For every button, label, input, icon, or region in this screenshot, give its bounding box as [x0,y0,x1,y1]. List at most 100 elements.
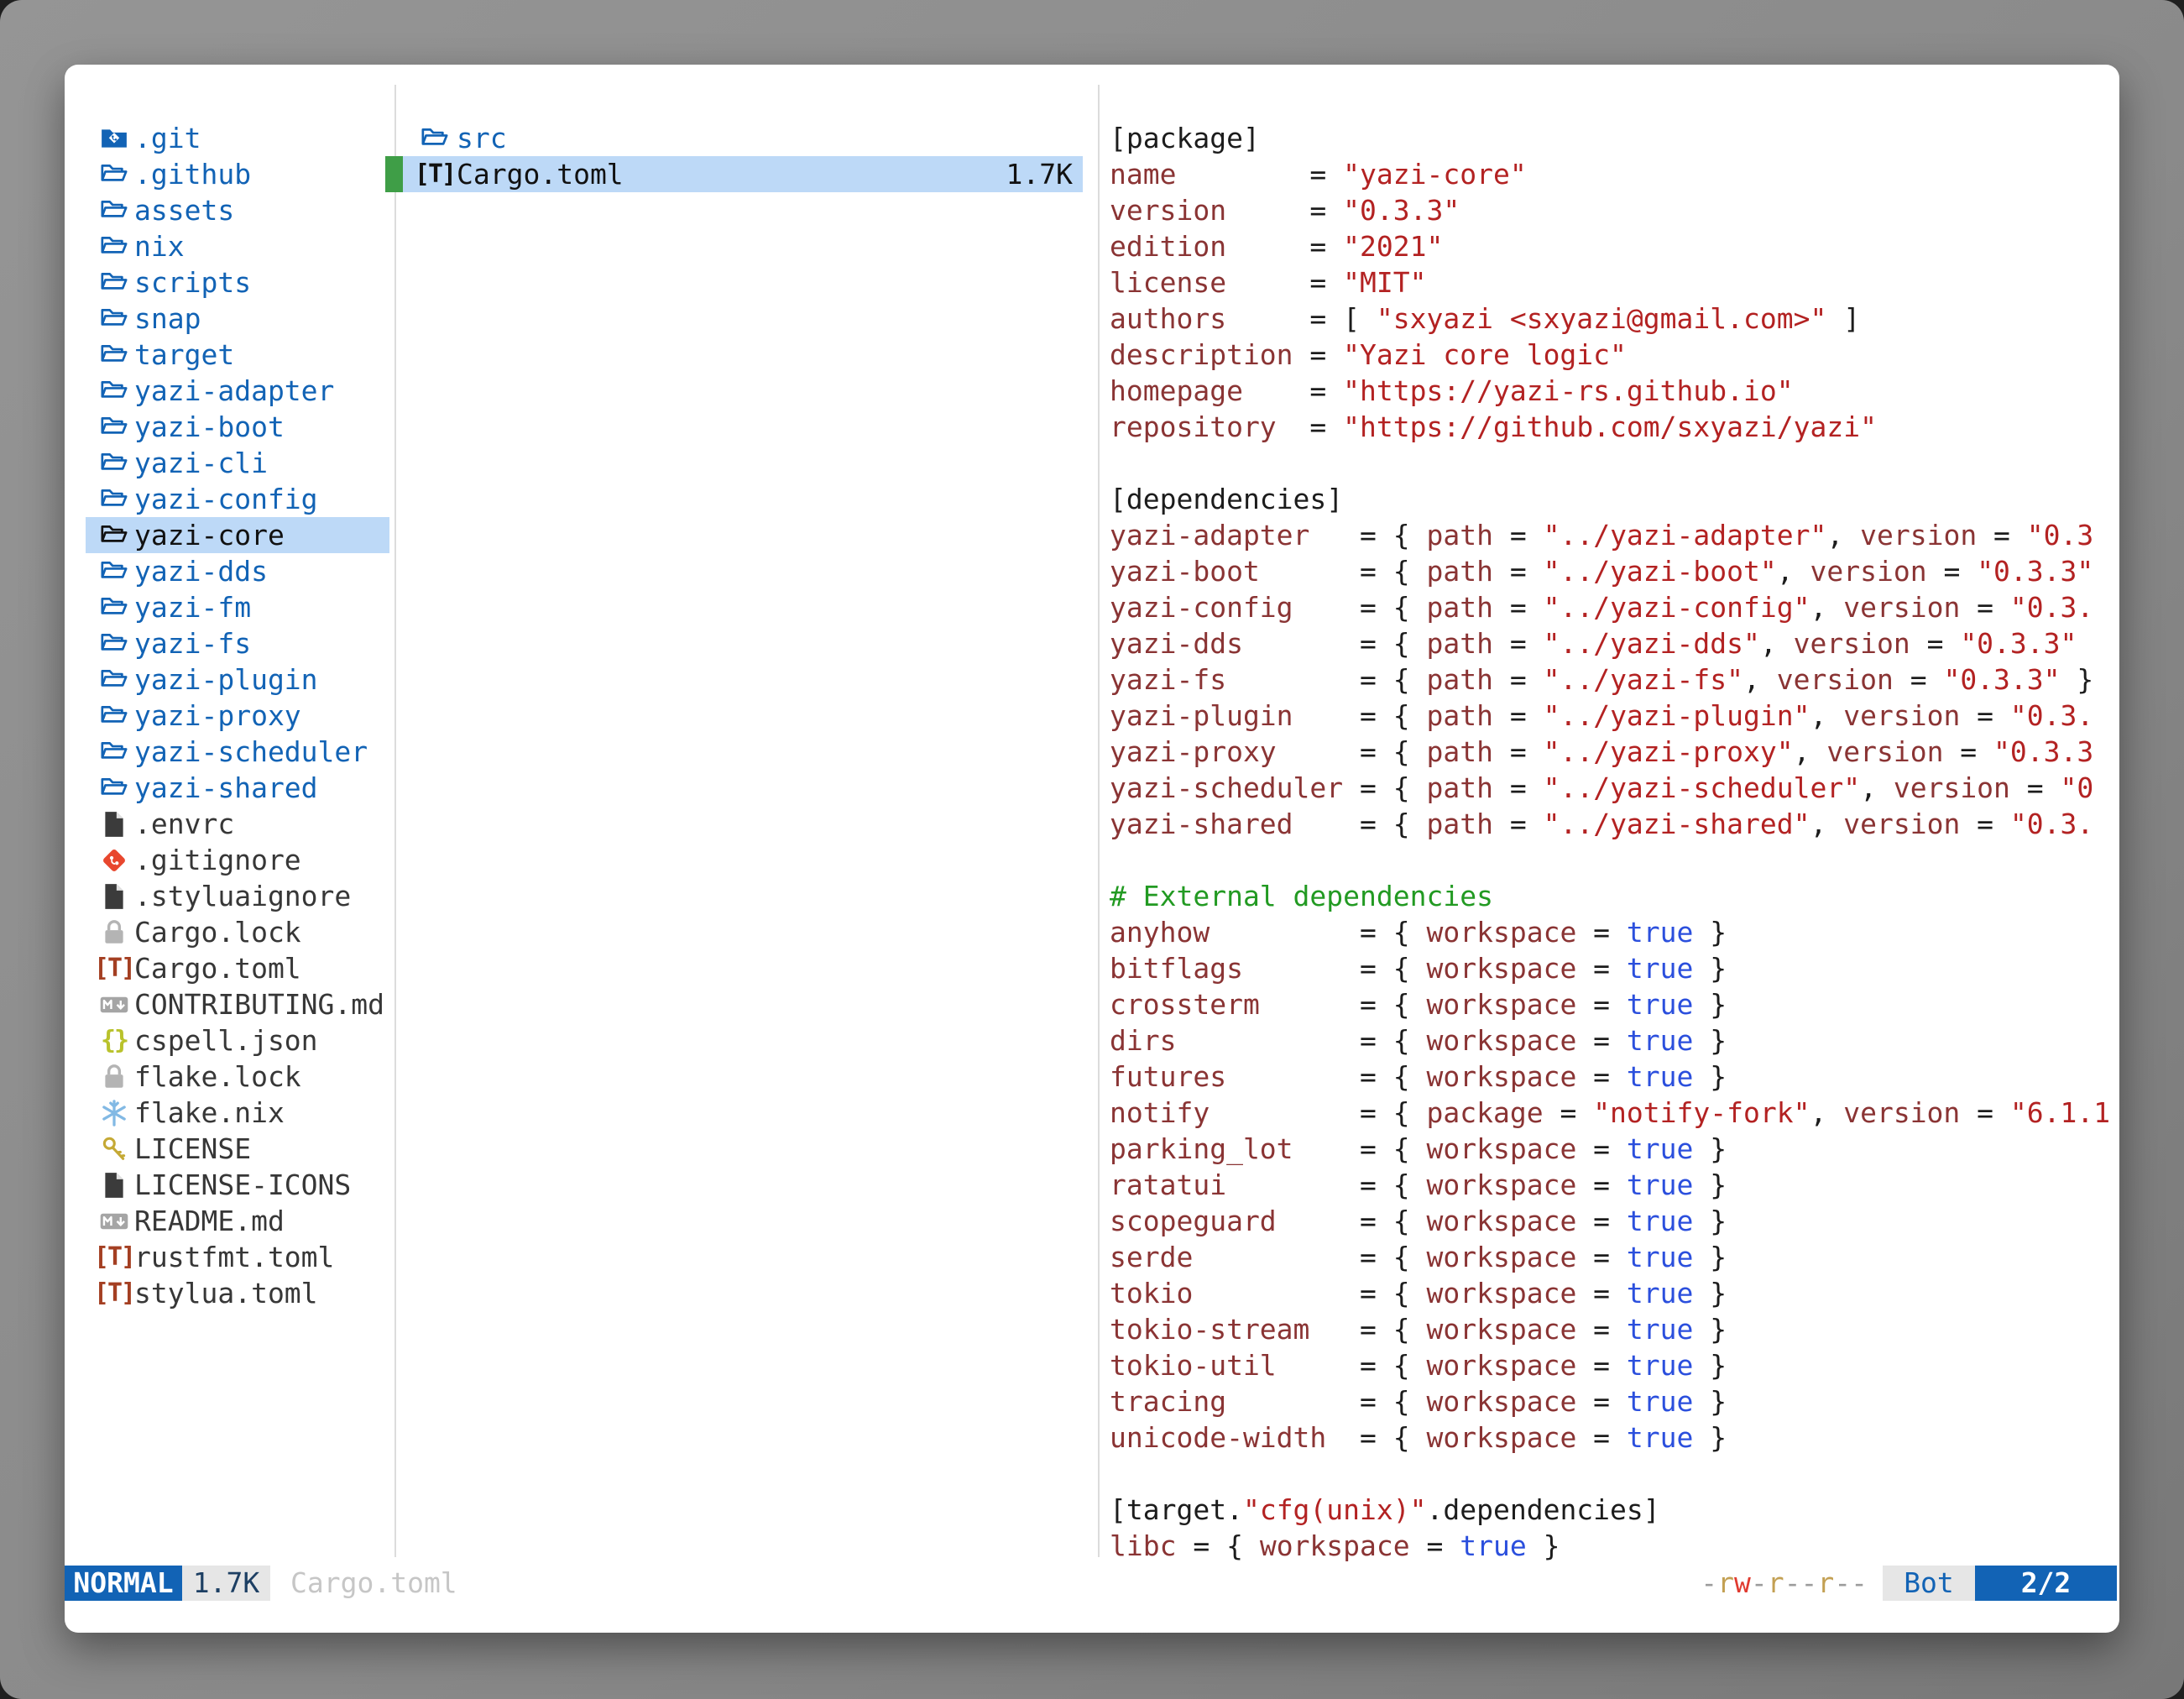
sidebar-item-yazi-boot[interactable]: yazi-boot [65,409,394,445]
sidebar-item-yazi-scheduler[interactable]: yazi-scheduler [65,734,394,770]
sidebar-item-yazi-core[interactable]: yazi-core [65,517,394,553]
file-name: LICENSE [134,1131,251,1167]
file-name: CONTRIBUTING.md [134,986,384,1022]
sidebar-item-rustfmt.toml[interactable]: [T]rustfmt.toml [65,1239,394,1275]
file-name: yazi-boot [134,409,285,445]
sidebar-item-assets[interactable]: assets [65,192,394,228]
file-name: yazi-adapter [134,373,334,409]
file-name: assets [134,192,234,228]
sidebar-item-cspell.json[interactable]: {}cspell.json [65,1022,394,1059]
sidebar-item-target[interactable]: target [65,337,394,373]
file-name: yazi-proxy [134,698,301,734]
scroll-position-indicator: Bot [1883,1566,1975,1601]
sidebar-item-nix[interactable]: nix [65,228,394,264]
preview-line: tracing = { workspace = true } [1110,1383,2119,1419]
mode-indicator: NORMAL [65,1566,182,1601]
git-folder-icon [99,123,129,154]
folder-icon [99,232,129,262]
sidebar-item-yazi-adapter[interactable]: yazi-adapter [65,373,394,409]
preview-line [1110,1456,2119,1492]
sidebar-item-yazi-proxy[interactable]: yazi-proxy [65,698,394,734]
file-icon [99,1170,129,1200]
file-name: flake.lock [134,1059,301,1095]
parent-pane-file-list: .git .github assets nix scripts snap tar… [65,120,394,1311]
cursor-counter: 2/2 [1975,1566,2117,1601]
file-item-Cargo.toml[interactable]: [T]Cargo.toml1.7K [394,156,1098,192]
preview-line: libc = { workspace = true } [1110,1528,2119,1564]
file-size: 1.7K [1006,156,1073,192]
sidebar-item-yazi-dds[interactable]: yazi-dds [65,553,394,589]
sidebar-item-flake.nix[interactable]: flake.nix [65,1095,394,1131]
preview-line: dirs = { workspace = true } [1110,1022,2119,1059]
toml-icon: [T] [99,954,129,984]
file-name: snap [134,301,201,337]
markdown-icon [99,990,129,1020]
preview-line: bitflags = { workspace = true } [1110,950,2119,986]
file-name: yazi-config [134,481,318,517]
preview-line: # External dependencies [1110,878,2119,914]
preview-line: yazi-fs = { path = "../yazi-fs", version… [1110,661,2119,698]
sidebar-item-yazi-cli[interactable]: yazi-cli [65,445,394,481]
sidebar-item-.git[interactable]: .git [65,120,394,156]
file-name: scripts [134,264,251,301]
folder-icon [99,268,129,298]
file-name: yazi-shared [134,770,318,806]
sidebar-item-.github[interactable]: .github [65,156,394,192]
sidebar-item-CONTRIBUTING.md[interactable]: CONTRIBUTING.md [65,986,394,1022]
sidebar-item-yazi-plugin[interactable]: yazi-plugin [65,661,394,698]
preview-line: repository = "https://github.com/sxyazi/… [1110,409,2119,445]
preview-line: tokio = { workspace = true } [1110,1275,2119,1311]
preview-line: [dependencies] [1110,481,2119,517]
folder-icon [99,340,129,370]
sidebar-item-stylua.toml[interactable]: [T]stylua.toml [65,1275,394,1311]
sidebar-item-snap[interactable]: snap [65,301,394,337]
file-name: yazi-cli [134,445,268,481]
preview-line: notify = { package = "notify-fork", vers… [1110,1095,2119,1131]
sidebar-item-scripts[interactable]: scripts [65,264,394,301]
folder-icon [99,196,129,226]
sidebar-item-yazi-fs[interactable]: yazi-fs [65,625,394,661]
preview-line: version = "0.3.3" [1110,192,2119,228]
sidebar-item-Cargo.toml[interactable]: [T]Cargo.toml [65,950,394,986]
sidebar-item-.gitignore[interactable]: .gitignore [65,842,394,878]
preview-line: anyhow = { workspace = true } [1110,914,2119,950]
json-icon: {} [99,1026,129,1056]
status-bar: NORMAL 1.7K Cargo.toml -rw-r--r-- Bot 2/… [65,1566,2119,1601]
file-name: stylua.toml [134,1275,318,1311]
toml-icon: [T] [420,159,450,190]
preview-line: yazi-adapter = { path = "../yazi-adapter… [1110,517,2119,553]
lock-icon [99,1062,129,1092]
sidebar-item-README.md[interactable]: README.md [65,1203,394,1239]
file-name: yazi-scheduler [134,734,368,770]
file-name: yazi-dds [134,553,268,589]
sidebar-item-Cargo.lock[interactable]: Cargo.lock [65,914,394,950]
sidebar-item-.envrc[interactable]: .envrc [65,806,394,842]
pane-separator-right [1098,85,1100,1557]
sidebar-item-yazi-config[interactable]: yazi-config [65,481,394,517]
file-name: src [457,120,507,156]
folder-icon [99,520,129,551]
folder-icon [99,376,129,406]
preview-line: description = "Yazi core logic" [1110,337,2119,373]
preview-line: yazi-shared = { path = "../yazi-shared",… [1110,806,2119,842]
preview-line: ratatui = { workspace = true } [1110,1167,2119,1203]
sidebar-item-LICENSE[interactable]: LICENSE [65,1131,394,1167]
preview-line: yazi-plugin = { path = "../yazi-plugin",… [1110,698,2119,734]
preview-line: tokio-stream = { workspace = true } [1110,1311,2119,1347]
sidebar-item-flake.lock[interactable]: flake.lock [65,1059,394,1095]
preview-line: scopeguard = { workspace = true } [1110,1203,2119,1239]
folder-icon [99,448,129,478]
preview-line: yazi-scheduler = { path = "../yazi-sched… [1110,770,2119,806]
hover-marker [385,156,403,192]
file-item-src[interactable]: src [394,120,1098,156]
file-name: .github [134,156,251,192]
sidebar-item-.styluaignore[interactable]: .styluaignore [65,878,394,914]
folder-icon [99,304,129,334]
sidebar-item-yazi-fm[interactable]: yazi-fm [65,589,394,625]
file-name: cspell.json [134,1022,318,1059]
pane-separator-left [394,85,396,1557]
sidebar-item-yazi-shared[interactable]: yazi-shared [65,770,394,806]
preview-line: crossterm = { workspace = true } [1110,986,2119,1022]
file-name: LICENSE-ICONS [134,1167,351,1203]
sidebar-item-LICENSE-ICONS[interactable]: LICENSE-ICONS [65,1167,394,1203]
